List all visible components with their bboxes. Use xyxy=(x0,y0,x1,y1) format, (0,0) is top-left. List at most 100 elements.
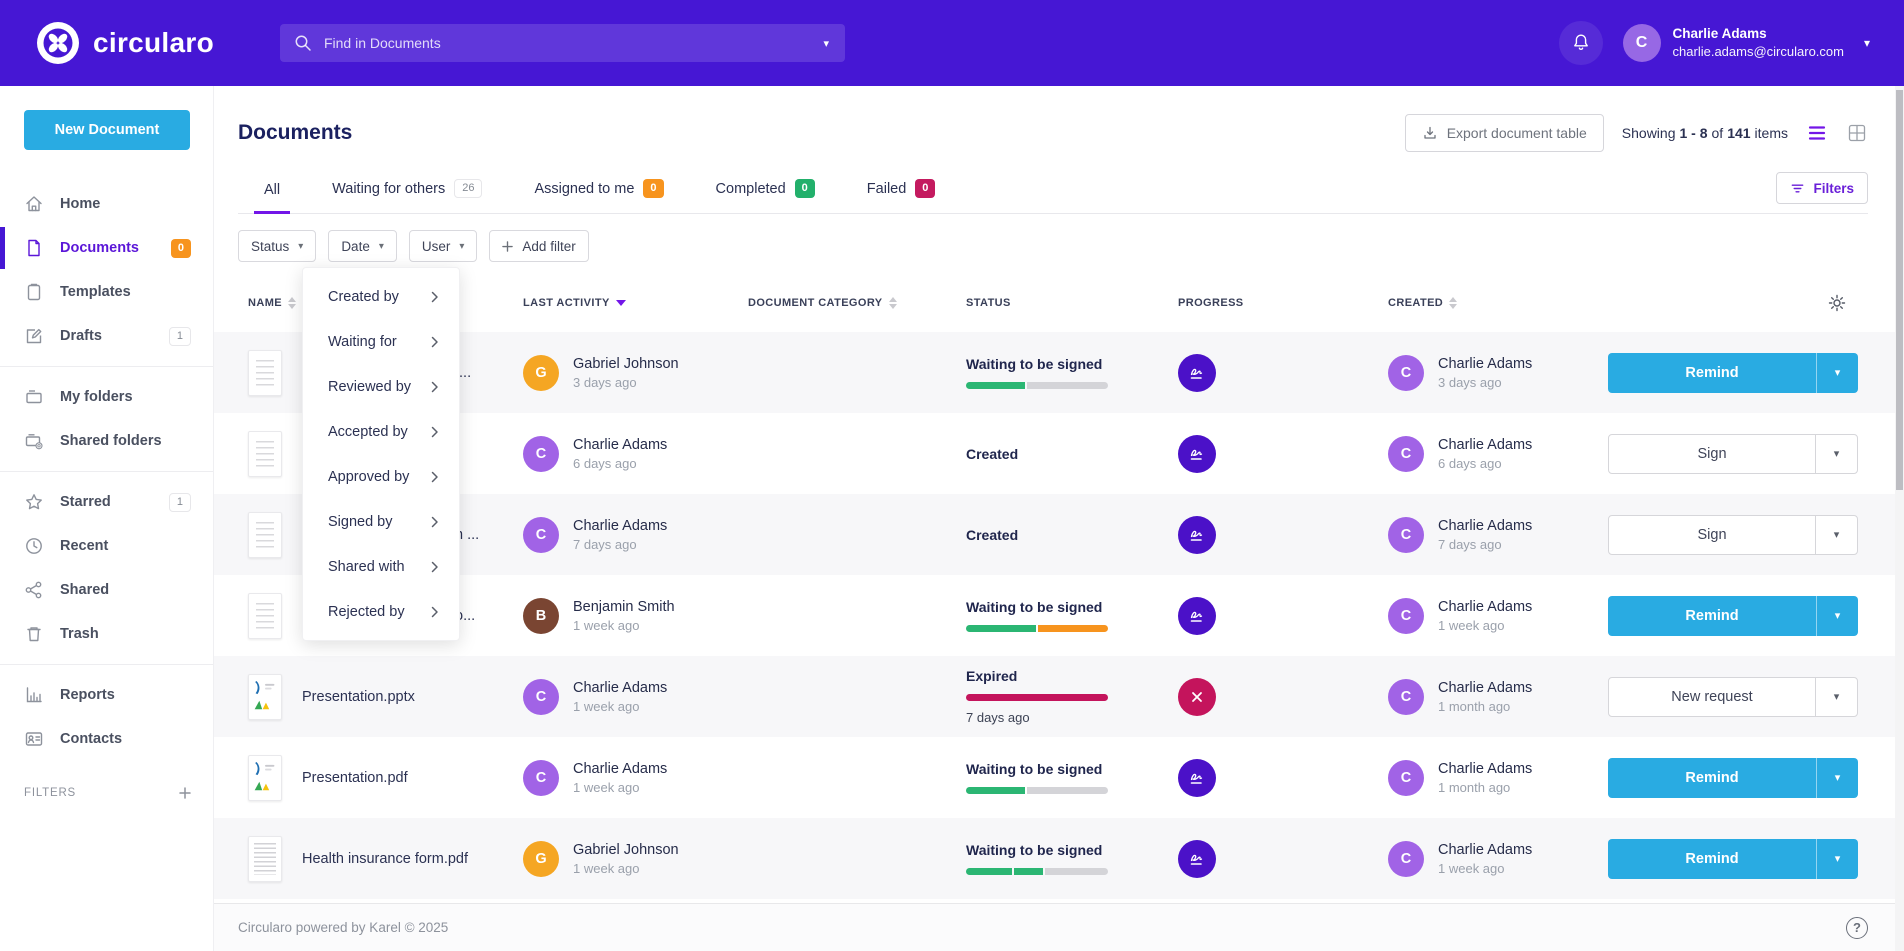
sidebar-item-documents[interactable]: Documents 0 xyxy=(0,226,213,270)
menu-item-waiting-for[interactable]: Waiting for xyxy=(303,319,459,364)
tab-failed[interactable]: Failed 0 xyxy=(867,179,936,213)
sidebar-item-my-folders[interactable]: My folders xyxy=(0,375,213,419)
signature-progress-badge xyxy=(1178,597,1216,635)
menu-item-approved-by[interactable]: Approved by xyxy=(303,454,459,499)
search-input[interactable] xyxy=(324,35,821,51)
remind-button[interactable]: Remind ▾ xyxy=(1608,839,1858,879)
page-document-thumbnail xyxy=(248,593,282,639)
menu-item-label: Signed by xyxy=(328,514,393,530)
page-document-thumbnail xyxy=(248,350,282,396)
row-action-caret-icon[interactable]: ▾ xyxy=(1816,758,1858,798)
sidebar-item-drafts[interactable]: Drafts 1 xyxy=(0,314,213,358)
menu-item-signed-by[interactable]: Signed by xyxy=(303,499,459,544)
menu-item-label: Waiting for xyxy=(328,334,397,350)
clipboard-icon xyxy=(24,282,44,302)
created-time: 3 days ago xyxy=(1438,375,1532,390)
tab-waiting-for-others[interactable]: Waiting for others 26 xyxy=(332,179,482,213)
grid-view-icon[interactable] xyxy=(1846,122,1868,144)
sidebar-item-contacts[interactable]: Contacts xyxy=(0,717,213,761)
new-request-button[interactable]: New request ▾ xyxy=(1608,677,1858,717)
sign-button[interactable]: Sign ▾ xyxy=(1608,434,1858,474)
row-action-caret-icon[interactable]: ▾ xyxy=(1815,678,1857,716)
last-activity-time: 1 week ago xyxy=(573,780,667,795)
menu-item-created-by[interactable]: Created by xyxy=(303,274,459,319)
last-activity-name: Gabriel Johnson xyxy=(573,842,679,858)
sidebar-item-templates[interactable]: Templates xyxy=(0,270,213,314)
column-header-label: NAME xyxy=(248,297,282,309)
last-activity-time: 3 days ago xyxy=(573,375,679,390)
sidebar-item-shared-folders[interactable]: Shared folders xyxy=(0,419,213,463)
document-name: Presentation.pptx xyxy=(302,689,415,705)
created-name: Charlie Adams xyxy=(1438,761,1532,777)
sidebar-item-recent[interactable]: Recent xyxy=(0,524,213,568)
sidebar-item-reports[interactable]: Reports xyxy=(0,673,213,717)
table-row[interactable]: n ... C Charlie Adams 7 days ago Created… xyxy=(214,494,1904,575)
add-filter-button[interactable]: Add filter xyxy=(489,230,588,262)
row-action-caret-icon[interactable]: ▾ xyxy=(1815,516,1857,554)
last-activity-name: Charlie Adams xyxy=(573,680,667,696)
remind-button[interactable]: Remind ▾ xyxy=(1608,758,1858,798)
status-progress-bar xyxy=(966,787,1108,794)
table-row[interactable]: .... G Gabriel Johnson 3 days ago Waitin… xyxy=(214,332,1904,413)
folder-shared-icon xyxy=(24,431,44,451)
sidebar-item-label: Drafts xyxy=(60,328,102,344)
filter-chip-user[interactable]: User ▾ xyxy=(409,230,478,262)
last-activity-time: 1 week ago xyxy=(573,861,679,876)
last-activity-time: 1 week ago xyxy=(573,699,667,714)
sidebar-item-shared[interactable]: Shared xyxy=(0,568,213,612)
export-button-label: Export document table xyxy=(1447,125,1587,141)
remind-button[interactable]: Remind ▾ xyxy=(1608,353,1858,393)
search-scope-caret-icon[interactable]: ▾ xyxy=(821,33,831,54)
column-header-status[interactable]: STATUS xyxy=(966,297,1178,309)
app-logo[interactable]: circularo xyxy=(36,21,214,65)
sidebar-item-home[interactable]: Home xyxy=(0,182,213,226)
export-document-table-button[interactable]: Export document table xyxy=(1405,114,1604,152)
tab-all[interactable]: All xyxy=(264,182,280,213)
column-header-document-category[interactable]: DOCUMENT CATEGORY xyxy=(748,297,966,309)
row-action-caret-icon[interactable]: ▾ xyxy=(1816,839,1858,879)
row-action-caret-icon[interactable]: ▾ xyxy=(1816,353,1858,393)
remind-button[interactable]: Remind ▾ xyxy=(1608,596,1858,636)
sidebar-item-trash[interactable]: Trash xyxy=(0,612,213,656)
tab-label: Failed xyxy=(867,181,907,197)
row-action-label: Sign xyxy=(1609,435,1815,473)
table-row[interactable]: Presentation.pdf C Charlie Adams 1 week … xyxy=(214,737,1904,818)
menu-item-label: Approved by xyxy=(328,469,409,485)
add-filter-plus-icon[interactable] xyxy=(179,787,191,799)
table-row[interactable]: Health insurance form.pdf G Gabriel John… xyxy=(214,818,1904,899)
status-label: Waiting to be signed xyxy=(966,356,1178,372)
notifications-button[interactable] xyxy=(1559,21,1603,65)
help-button[interactable]: ? xyxy=(1846,917,1868,939)
filter-chip-status[interactable]: Status ▾ xyxy=(238,230,316,262)
user-menu[interactable]: C Charlie Adams charlie.adams@circularo.… xyxy=(1623,24,1870,62)
column-header-progress[interactable]: PROGRESS xyxy=(1178,297,1388,309)
menu-item-accepted-by[interactable]: Accepted by xyxy=(303,409,459,454)
filters-button[interactable]: Filters xyxy=(1776,172,1868,204)
tab-completed[interactable]: Completed 0 xyxy=(716,179,815,213)
filter-chip-date[interactable]: Date ▾ xyxy=(328,230,397,262)
table-row[interactable]: Presentation.pptx C Charlie Adams 1 week… xyxy=(214,656,1904,737)
table-row[interactable]: o... B Benjamin Smith 1 week ago Waiting… xyxy=(214,575,1904,656)
global-search[interactable]: ▾ xyxy=(280,24,845,62)
list-view-icon[interactable] xyxy=(1806,123,1828,143)
bell-icon xyxy=(1570,32,1592,54)
new-document-button[interactable]: New Document xyxy=(24,110,190,150)
chevron-right-icon xyxy=(431,516,439,528)
table-settings-gear-icon[interactable] xyxy=(1828,294,1846,312)
tab-label: All xyxy=(264,182,280,198)
documents-table: .... G Gabriel Johnson 3 days ago Waitin… xyxy=(214,332,1904,899)
scrollbar-thumb[interactable] xyxy=(1896,90,1903,490)
column-header-last-activity[interactable]: LAST ACTIVITY xyxy=(523,297,748,309)
sign-button[interactable]: Sign ▾ xyxy=(1608,515,1858,555)
menu-item-rejected-by[interactable]: Rejected by xyxy=(303,589,459,634)
sidebar-item-starred[interactable]: Starred 1 xyxy=(0,480,213,524)
table-row[interactable]: C Charlie Adams 6 days ago Created C Cha… xyxy=(214,413,1904,494)
menu-item-shared-with[interactable]: Shared with xyxy=(303,544,459,589)
column-header-created[interactable]: CREATED xyxy=(1388,297,1608,309)
tab-assigned-to-me[interactable]: Assigned to me 0 xyxy=(534,179,663,213)
menu-item-reviewed-by[interactable]: Reviewed by xyxy=(303,364,459,409)
sort-icon xyxy=(616,300,626,306)
scrollbar[interactable] xyxy=(1895,86,1904,951)
row-action-caret-icon[interactable]: ▾ xyxy=(1815,435,1857,473)
row-action-caret-icon[interactable]: ▾ xyxy=(1816,596,1858,636)
